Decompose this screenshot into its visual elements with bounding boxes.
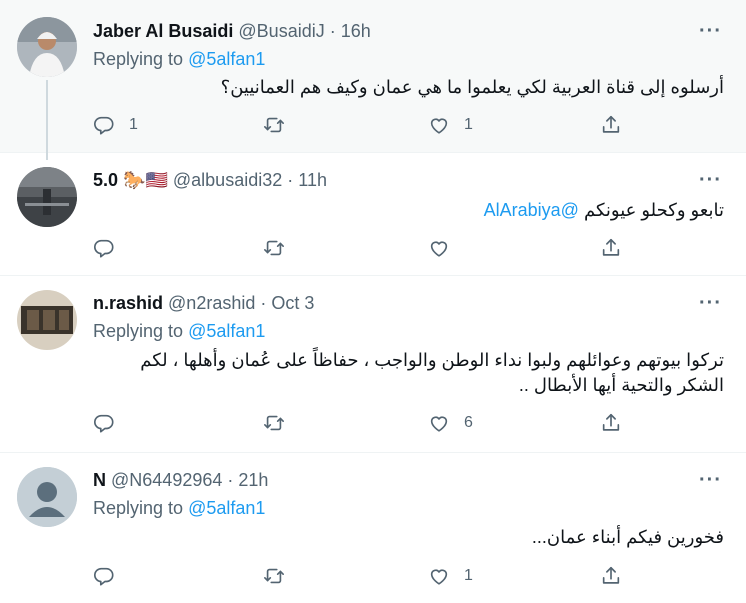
share-icon [600,114,622,136]
heart-icon [428,565,450,587]
heart-icon [428,237,450,259]
share-button[interactable] [600,565,622,587]
retweet-icon [263,412,285,434]
tweet-text-body: تابعو وكحلو عيونكم [583,200,724,220]
tweet[interactable]: N @N64492964 · 21h ··· Replying to @5alf… [0,453,746,603]
avatar[interactable] [17,167,77,227]
reply-button[interactable] [93,565,129,587]
share-icon [600,237,622,259]
retweet-icon [263,237,285,259]
share-icon [600,412,622,434]
replying-to-label: Replying to [93,321,184,341]
replying-to-mention[interactable]: @5alfan1 [188,321,265,341]
user-name[interactable]: 5.0 [93,170,118,190]
avatar-photo [17,17,77,77]
avatar[interactable] [17,467,77,527]
tweet-header: Jaber Al Busaidi @BusaidiJ · 16h [93,21,371,42]
reply-count: 1 [129,116,138,133]
more-options-icon[interactable]: ··· [699,20,722,43]
more-options-icon[interactable]: ··· [699,169,722,192]
timestamp[interactable]: 21h [238,470,268,490]
like-count: 1 [464,567,473,584]
separator: · [329,21,336,41]
user-handle[interactable]: @N64492964 [111,470,222,490]
separator: · [227,470,234,490]
like-button[interactable] [428,237,464,259]
retweet-button[interactable] [263,237,299,259]
more-options-icon[interactable]: ··· [699,469,722,492]
replying-to: Replying to @5alfan1 [93,321,265,342]
default-avatar-icon [17,467,77,527]
retweet-button[interactable] [263,412,299,434]
retweet-button[interactable] [263,565,299,587]
reply-button[interactable] [93,412,129,434]
replying-to: Replying to @5alfan1 [93,49,265,70]
replying-to-label: Replying to [93,498,184,518]
avatar-photo [17,290,77,350]
share-icon [600,565,622,587]
tweet-mention[interactable]: @AlArabiya [484,200,579,220]
user-name[interactable]: N [93,470,106,490]
user-handle[interactable]: @albusaidi32 [173,170,282,190]
heart-icon [428,114,450,136]
tweet-actions: 1 1 [93,114,633,138]
user-name[interactable]: n.rashid [93,293,163,313]
tweet-actions: 6 [93,412,633,436]
retweet-icon [263,565,285,587]
user-handle[interactable]: @BusaidiJ [238,21,324,41]
thread-line [46,80,48,160]
share-button[interactable] [600,412,622,434]
user-handle[interactable]: @n2rashid [168,293,255,313]
heart-icon [428,412,450,434]
like-count: 1 [464,116,473,133]
replying-to-label: Replying to [93,49,184,69]
name-emojis: 🐎🇺🇸 [123,170,168,190]
more-options-icon[interactable]: ··· [699,292,722,315]
retweet-button[interactable] [263,114,299,136]
reply-icon [93,114,115,136]
tweet-text-line: الشكر والتحية أيها الأبطال .. [518,375,724,395]
tweet-text: أرسلوه إلى قناة العربية لكي يعلموا ما هي… [220,77,724,97]
tweet-header: 5.0 🐎🇺🇸 @albusaidi32 · 11h [93,170,327,191]
timestamp[interactable]: 11h [298,170,327,190]
like-button[interactable]: 1 [428,114,473,136]
replying-to-mention[interactable]: @5alfan1 [188,49,265,69]
reply-icon [93,565,115,587]
retweet-icon [263,114,285,136]
separator: · [287,170,294,190]
user-name[interactable]: Jaber Al Busaidi [93,21,233,41]
reply-icon [93,412,115,434]
tweet-actions: 1 [93,565,633,589]
avatar[interactable] [17,290,77,350]
separator: · [260,293,267,313]
like-button[interactable]: 6 [428,412,473,434]
tweet-text: فخورين فيكم أبناء عمان... [531,527,724,547]
tweet-text: تابعو وكحلو عيونكم @AlArabiya [484,198,724,223]
avatar-photo [17,167,77,227]
reply-button[interactable]: 1 [93,114,138,136]
reply-button[interactable] [93,237,129,259]
like-count: 6 [464,414,473,431]
reply-icon [93,237,115,259]
share-button[interactable] [600,237,622,259]
like-button[interactable]: 1 [428,565,473,587]
tweet-header: n.rashid @n2rashid · Oct 3 [93,293,314,314]
avatar[interactable] [17,17,77,77]
tweet-text: تركوا بيوتهم وعوائلهم ولبوا نداء الوطن و… [84,348,724,398]
share-button[interactable] [600,114,622,136]
timestamp[interactable]: 16h [341,21,371,41]
replying-to-mention[interactable]: @5alfan1 [188,498,265,518]
timestamp[interactable]: Oct 3 [271,293,314,313]
tweet-header: N @N64492964 · 21h [93,470,268,491]
tweet[interactable]: 5.0 🐎🇺🇸 @albusaidi32 · 11h ··· تابعو وكح… [0,153,746,276]
tweet-text-line: تركوا بيوتهم وعوائلهم ولبوا نداء الوطن و… [140,350,724,370]
tweet-actions [93,237,633,261]
tweet[interactable]: Jaber Al Busaidi @BusaidiJ · 16h ··· Rep… [0,0,746,160]
replying-to: Replying to @5alfan1 [93,498,265,519]
tweet[interactable]: n.rashid @n2rashid · Oct 3 ··· Replying … [0,276,746,453]
